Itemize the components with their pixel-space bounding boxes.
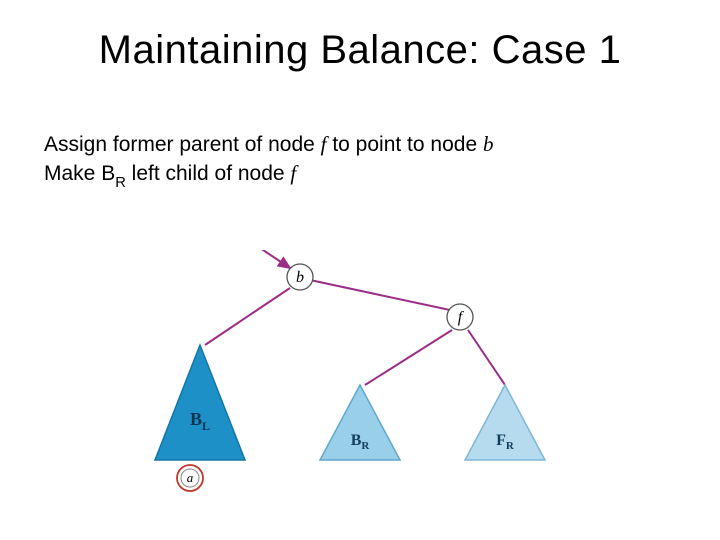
var-B: B xyxy=(101,162,115,185)
sub-R: R xyxy=(115,175,126,191)
node-f: f xyxy=(447,304,473,330)
node-a: a xyxy=(177,465,203,491)
var-b: b xyxy=(483,132,494,156)
subtree-FR: FR xyxy=(465,385,545,460)
text-frag: left child of node xyxy=(126,162,291,185)
edge-incoming xyxy=(260,250,290,268)
BL-sub: L xyxy=(202,419,210,433)
slide-body: Assign former parent of node f to point … xyxy=(44,130,493,192)
BR-sub: R xyxy=(361,440,370,452)
tree-diagram: b f BL BR xyxy=(150,250,570,510)
edge-f-FR xyxy=(468,330,505,385)
diagram-svg: b f BL BR xyxy=(150,250,570,510)
BR-base: B xyxy=(351,432,362,449)
var-BR: BR xyxy=(101,162,126,185)
node-b-label: b xyxy=(296,269,304,286)
slide-title: Maintaining Balance: Case 1 xyxy=(0,28,720,73)
edge-f-BR xyxy=(365,330,452,385)
body-line-1: Assign former parent of node f to point … xyxy=(44,130,493,159)
text-frag: Assign former parent of node xyxy=(44,133,321,156)
subtree-BL: BL xyxy=(155,345,245,460)
text-frag: Make xyxy=(44,162,101,185)
node-a-label: a xyxy=(187,470,194,485)
text-frag: to point to node xyxy=(327,133,483,156)
FR-base: F xyxy=(496,432,506,449)
subtree-BR: BR xyxy=(320,385,400,460)
edge-b-BL xyxy=(205,288,290,345)
FR-sub: R xyxy=(506,440,515,452)
edge-b-f xyxy=(310,280,450,310)
var-f: f xyxy=(290,161,296,185)
body-line-2: Make BR left child of node f xyxy=(44,159,493,192)
BL-base: B xyxy=(190,409,202,429)
node-b: b xyxy=(287,264,313,290)
